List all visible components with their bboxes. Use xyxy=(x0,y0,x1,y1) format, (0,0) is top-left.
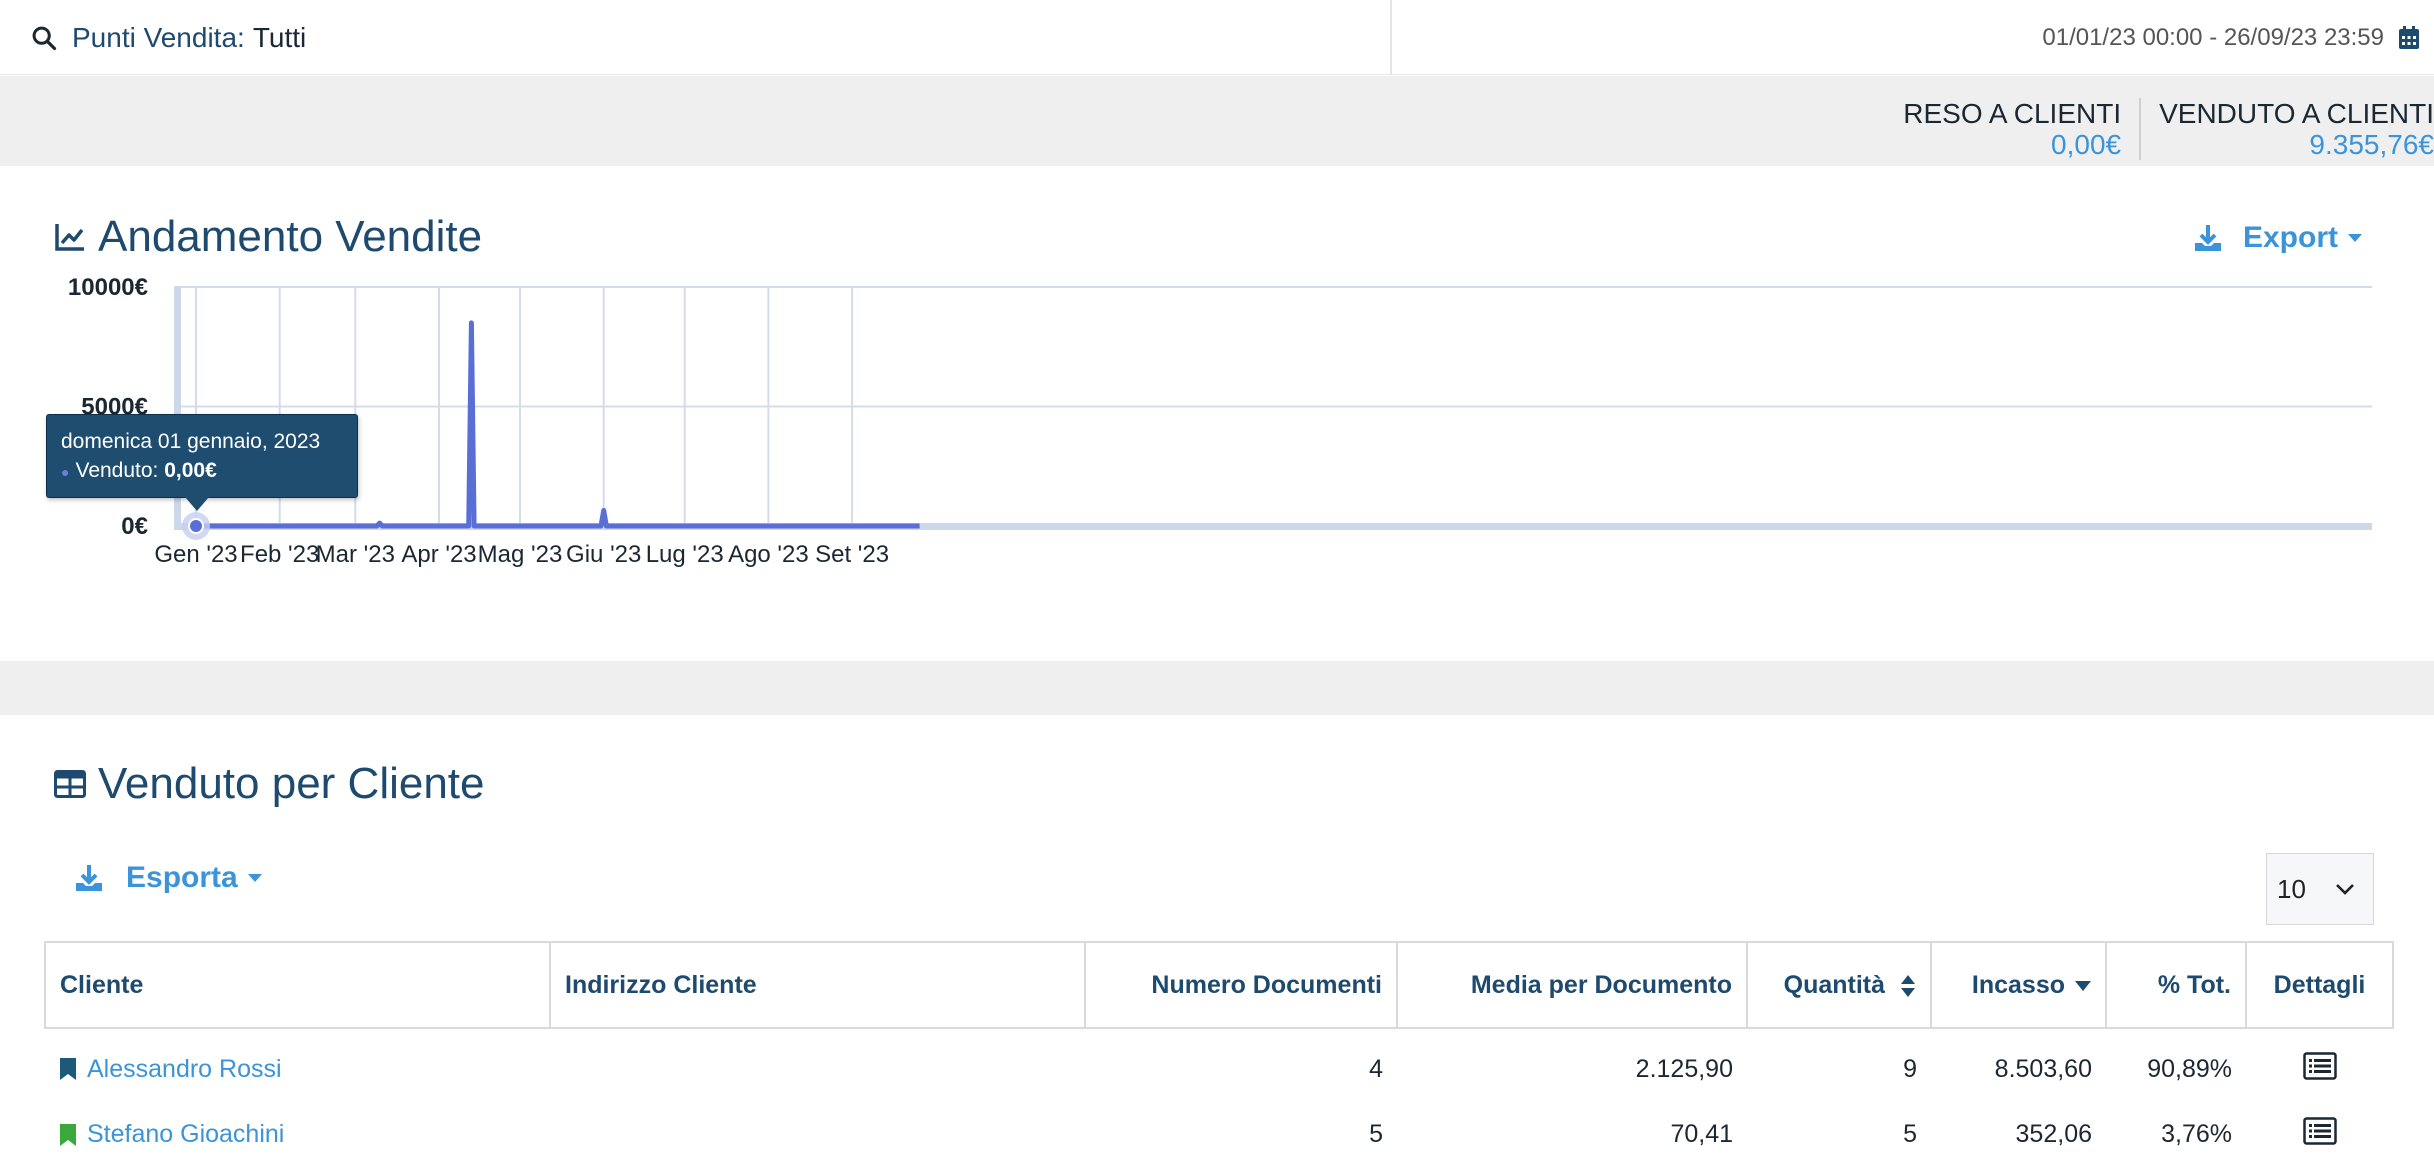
total-reso-value: 0,00€ xyxy=(2051,129,2122,160)
download-icon xyxy=(76,865,102,891)
sales-by-customer-title: Venduto per Cliente xyxy=(54,759,485,809)
customer-link[interactable]: Alessandro Rossi xyxy=(59,1055,536,1084)
sales-by-customer-panel: Venduto per Cliente Esporta 10 Cliente I… xyxy=(0,715,2434,1176)
bookmark-icon xyxy=(60,1058,76,1080)
total-reso: RESO A CLIENTI 0,00€ xyxy=(1867,98,2121,160)
total-venduto-value: 9.355,76€ xyxy=(2309,129,2434,160)
total-venduto-label: VENDUTO A CLIENTI xyxy=(2159,98,2434,129)
line-chart-icon xyxy=(55,224,84,251)
x-tick-label: Mar '23 xyxy=(316,541,395,568)
export-button[interactable]: Export xyxy=(2193,221,2362,255)
date-range-text: 01/01/23 00:00 - 26/09/23 23:59 xyxy=(2042,23,2384,51)
store-filter[interactable]: Punti Vendita: Tutti xyxy=(0,0,1392,75)
data-point xyxy=(601,508,606,513)
separator-band xyxy=(0,661,2434,715)
download-icon xyxy=(2194,225,2221,251)
cell-perc: 3,76% xyxy=(2161,1120,2232,1148)
sort-icon xyxy=(1901,974,1915,997)
x-tick-label: Set '23 xyxy=(815,541,889,568)
chevron-down-icon xyxy=(247,874,262,882)
chart-tooltip: domenica 01 gennaio, 2023 ● Venduto: 0,00… xyxy=(46,414,358,511)
customer-table: Cliente Indirizzo Cliente Numero Documen… xyxy=(44,941,2394,1170)
customer-address xyxy=(550,1028,1085,1099)
totals-band: RESO A CLIENTI 0,00€ VENDUTO A CLIENTI 9… xyxy=(0,76,2434,166)
sales-trend-title-text: Andamento Vendite xyxy=(98,212,483,261)
x-tick-label: Gen '23 xyxy=(154,541,237,568)
sales-trend-panel: Andamento Vendite Export 0€ 5000€ 10000€ Ge… xyxy=(0,166,2434,661)
col-header-media[interactable]: Media per Documento xyxy=(1396,941,1748,1029)
page-size-value: 10 xyxy=(2277,873,2306,904)
sales-by-customer-title-text: Venduto per Cliente xyxy=(98,759,485,808)
sort-desc-icon xyxy=(2075,980,2091,991)
hover-point xyxy=(188,518,204,534)
col-header-cliente[interactable]: Cliente xyxy=(44,941,551,1029)
bookmark-icon xyxy=(60,1123,76,1146)
customer-link[interactable]: Stefano Gioachini xyxy=(59,1120,536,1149)
x-tick-label: Lug '23 xyxy=(646,541,724,568)
cell-perc: 90,89% xyxy=(2147,1054,2232,1083)
filter-bar: Punti Vendita: Tutti 01/01/23 00:00 - 26… xyxy=(0,0,2434,75)
x-tick-label: Mag '23 xyxy=(478,541,563,568)
details-list-icon[interactable] xyxy=(2302,1051,2337,1080)
col-header-documenti[interactable]: Numero Documenti xyxy=(1084,941,1398,1029)
data-point xyxy=(469,320,474,325)
col-header-incasso[interactable]: Incasso xyxy=(1930,941,2107,1029)
x-tick-label: Apr '23 xyxy=(401,541,476,568)
store-filter-label: Punti Vendita: xyxy=(72,21,245,53)
total-venduto: VENDUTO A CLIENTI 9.355,76€ xyxy=(2139,98,2434,160)
tooltip-value: 0,00€ xyxy=(164,459,217,482)
cell-media: 70,41 xyxy=(1670,1120,1733,1148)
search-icon xyxy=(32,26,57,50)
export-label: Export xyxy=(2242,221,2338,254)
table-row: Alessandro Rossi 4 2.125,90 9 8.503,60 9… xyxy=(45,1028,2393,1099)
total-reso-label: RESO A CLIENTI xyxy=(1903,98,2122,129)
col-header-dettagli: Dettagli xyxy=(2245,941,2394,1029)
col-header-quantita[interactable]: Quantità xyxy=(1746,941,1932,1029)
date-range-picker[interactable]: 01/01/23 00:00 - 26/09/23 23:59 xyxy=(2042,0,2434,75)
customer-address xyxy=(550,1099,1085,1170)
series-dot-icon: ● xyxy=(61,464,70,480)
data-point xyxy=(377,521,382,526)
cell-media: 2.125,90 xyxy=(1635,1054,1733,1083)
cell-documenti: 4 xyxy=(1369,1054,1383,1083)
table-header-row: Cliente Indirizzo Cliente Numero Documen… xyxy=(44,941,2394,1029)
x-tick-label: Ago '23 xyxy=(728,541,809,568)
sales-line-chart: 0€5000€10000€Gen '23 Feb '23Mar '23 Apr '2… xyxy=(68,274,2372,568)
y-tick-label: 0€ xyxy=(121,513,148,540)
x-tick-label: Feb '23 xyxy=(240,541,319,568)
calendar-icon[interactable] xyxy=(2398,25,2420,50)
sales-trend-title: Andamento Vendite xyxy=(54,212,482,262)
cell-quantita: 9 xyxy=(1903,1054,1917,1083)
tooltip-date: domenica 01 gennaio, 2023 xyxy=(61,430,321,453)
chevron-down-icon xyxy=(2336,884,2354,895)
cell-documenti: 5 xyxy=(1369,1120,1383,1148)
chevron-down-icon xyxy=(2348,234,2362,242)
esporta-button[interactable]: Esporta xyxy=(74,861,262,895)
details-list-icon[interactable] xyxy=(2302,1117,2337,1145)
col-header-perc[interactable]: % Tot. xyxy=(2105,941,2247,1029)
table-icon xyxy=(54,770,86,798)
cell-incasso: 8.503,60 xyxy=(1994,1054,2092,1083)
customer-name: Alessandro Rossi xyxy=(87,1054,282,1083)
y-tick-label: 10000€ xyxy=(68,274,148,301)
customer-name: Stefano Gioachini xyxy=(87,1120,285,1148)
page-size-select[interactable]: 10 xyxy=(2266,853,2374,925)
cell-quantita: 5 xyxy=(1903,1120,1917,1148)
table-row: Stefano Gioachini 5 70,41 5 352,06 3,76% xyxy=(45,1099,2393,1170)
col-header-indirizzo[interactable]: Indirizzo Cliente xyxy=(549,941,1086,1029)
x-tick-label: Giu '23 xyxy=(566,541,641,568)
tooltip-series: Venduto: xyxy=(75,459,159,482)
store-filter-value: Tutti xyxy=(252,21,307,53)
cell-incasso: 352,06 xyxy=(2015,1120,2092,1148)
esporta-label: Esporta xyxy=(126,861,238,894)
